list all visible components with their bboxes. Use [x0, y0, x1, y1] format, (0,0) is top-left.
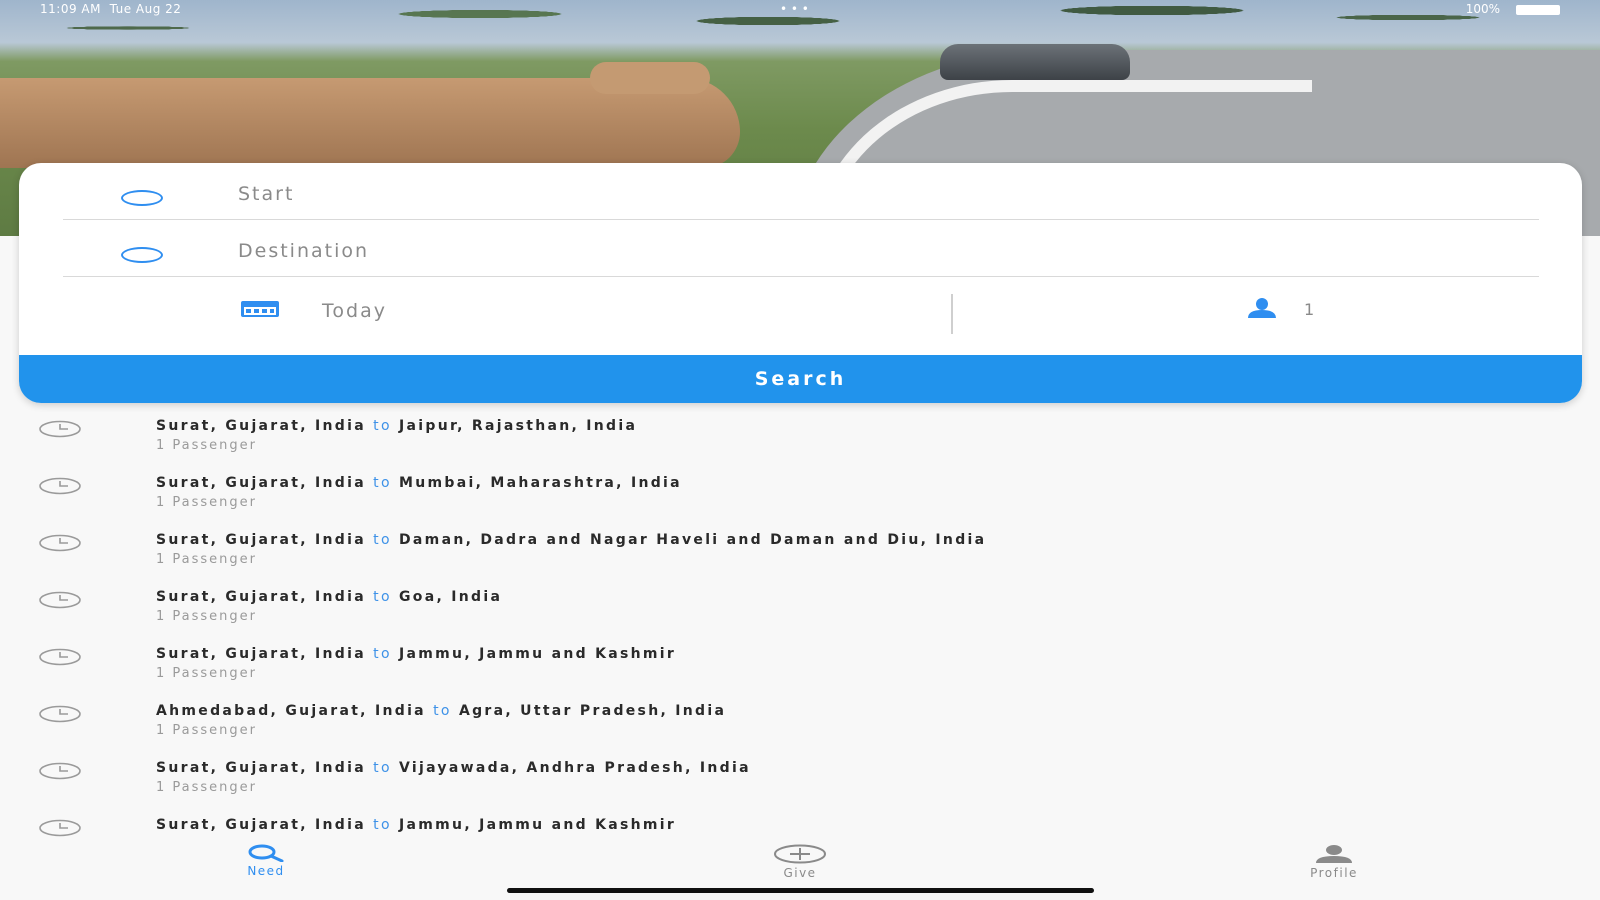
start-field[interactable] — [63, 163, 1539, 220]
recent-route: Surat, Gujarat, India to Daman, Dadra an… — [156, 532, 986, 548]
tab-profile-label: Profile — [1310, 866, 1358, 880]
status-time: 11:09 AM — [40, 2, 101, 16]
route-from: Ahmedabad, Gujarat, India — [156, 703, 426, 719]
recent-passengers: 1 Passenger — [156, 438, 258, 453]
recent-route: Surat, Gujarat, India to Jammu, Jammu an… — [156, 817, 676, 833]
passenger-count: 1 — [1304, 300, 1315, 319]
route-from: Surat, Gujarat, India — [156, 589, 366, 605]
recent-route: Surat, Gujarat, India to Vijayawada, And… — [156, 760, 751, 776]
recent-searches-list: Surat, Gujarat, India to Jaipur, Rajasth… — [0, 410, 1600, 842]
recent-passengers: 1 Passenger — [156, 495, 258, 510]
person-icon — [1248, 298, 1276, 318]
route-to: Mumbai, Maharashtra, India — [399, 475, 682, 491]
clock-icon — [39, 534, 81, 552]
route-to: Agra, Uttar Pradesh, India — [458, 703, 727, 719]
plus-circle-icon — [774, 844, 826, 864]
clock-icon — [39, 420, 81, 438]
status-time-date: 11:09 AM Tue Aug 22 — [40, 2, 181, 16]
tab-give-label: Give — [783, 866, 817, 880]
route-to: Goa, India — [399, 589, 503, 605]
ring-icon — [121, 190, 163, 206]
status-dots: • • • — [780, 2, 809, 16]
list-item[interactable]: Surat, Gujarat, India to Goa, India 1 Pa… — [0, 581, 1600, 638]
route-to: Jammu, Jammu and Kashmir — [399, 817, 677, 833]
route-from: Surat, Gujarat, India — [156, 475, 366, 491]
tab-need[interactable]: Need — [206, 842, 326, 886]
clock-icon — [39, 819, 81, 837]
route-to: Jaipur, Rajasthan, India — [399, 418, 638, 434]
status-battery-text: 100% — [1465, 2, 1500, 16]
recent-passengers: 1 Passenger — [156, 552, 258, 567]
route-to: Vijayawada, Andhra Pradesh, India — [399, 760, 751, 776]
clock-icon — [39, 705, 81, 723]
clock-icon — [39, 591, 81, 609]
destination-field[interactable] — [63, 220, 1539, 277]
recent-passengers: 1 Passenger — [156, 609, 258, 624]
start-input[interactable] — [238, 177, 1438, 211]
route-from: Surat, Gujarat, India — [156, 646, 366, 662]
recent-passengers: 1 Passenger — [156, 723, 258, 738]
route-from: Surat, Gujarat, India — [156, 418, 366, 434]
list-item[interactable]: Surat, Gujarat, India to Mumbai, Maharas… — [0, 467, 1600, 524]
status-date: Tue Aug 22 — [109, 2, 182, 16]
clock-icon — [39, 648, 81, 666]
route-to-word: to — [373, 817, 392, 833]
clock-icon — [39, 477, 81, 495]
route-to-word: to — [373, 418, 392, 434]
date-passenger-row: Today 1 — [19, 278, 1582, 340]
route-to-word: to — [373, 760, 392, 776]
route-from: Surat, Gujarat, India — [156, 760, 366, 776]
calendar-icon — [241, 301, 279, 317]
destination-input[interactable] — [238, 234, 1438, 268]
date-selector[interactable]: Today — [19, 278, 951, 340]
route-to-word: to — [373, 475, 392, 491]
recent-route: Surat, Gujarat, India to Jaipur, Rajasth… — [156, 418, 637, 434]
list-item[interactable]: Surat, Gujarat, India to Daman, Dadra an… — [0, 524, 1600, 581]
battery-icon — [1516, 5, 1560, 15]
recent-route: Ahmedabad, Gujarat, India to Agra, Uttar… — [156, 703, 726, 719]
status-bar: 11:09 AM Tue Aug 22 • • • 100% — [0, 0, 1600, 20]
route-from: Surat, Gujarat, India — [156, 532, 366, 548]
recent-passengers: 1 Passenger — [156, 780, 258, 795]
recent-route: Surat, Gujarat, India to Mumbai, Maharas… — [156, 475, 682, 491]
recent-passengers: 1 Passenger — [156, 666, 258, 681]
search-icon — [248, 844, 284, 862]
ring-icon — [121, 247, 163, 263]
person-icon — [1316, 845, 1352, 863]
list-item[interactable]: Surat, Gujarat, India to Jaipur, Rajasth… — [0, 410, 1600, 467]
hero-car — [940, 44, 1130, 80]
route-to-word: to — [433, 703, 452, 719]
route-from: Surat, Gujarat, India — [156, 817, 366, 833]
route-to: Daman, Dadra and Nagar Haveli and Daman … — [399, 532, 987, 548]
recent-route: Surat, Gujarat, India to Goa, India — [156, 589, 502, 605]
clock-icon — [39, 762, 81, 780]
passenger-selector[interactable]: 1 — [953, 278, 1582, 340]
list-item[interactable]: Surat, Gujarat, India to Vijayawada, And… — [0, 752, 1600, 809]
route-to-word: to — [373, 646, 392, 662]
list-item[interactable]: Surat, Gujarat, India to Jammu, Jammu an… — [0, 809, 1600, 842]
tab-need-label: Need — [247, 864, 285, 878]
recent-route: Surat, Gujarat, India to Jammu, Jammu an… — [156, 646, 676, 662]
search-button[interactable]: Search — [19, 355, 1582, 403]
list-item[interactable]: Surat, Gujarat, India to Jammu, Jammu an… — [0, 638, 1600, 695]
route-to-word: to — [373, 589, 392, 605]
hero-thumb — [590, 62, 710, 94]
tab-profile[interactable]: Profile — [1274, 842, 1394, 886]
tab-give[interactable]: Give — [740, 842, 860, 886]
home-indicator — [507, 888, 1094, 893]
list-item[interactable]: Ahmedabad, Gujarat, India to Agra, Uttar… — [0, 695, 1600, 752]
route-to-word: to — [373, 532, 392, 548]
route-to: Jammu, Jammu and Kashmir — [399, 646, 677, 662]
search-card: Today 1 Search — [19, 163, 1582, 403]
date-label: Today — [322, 300, 387, 322]
